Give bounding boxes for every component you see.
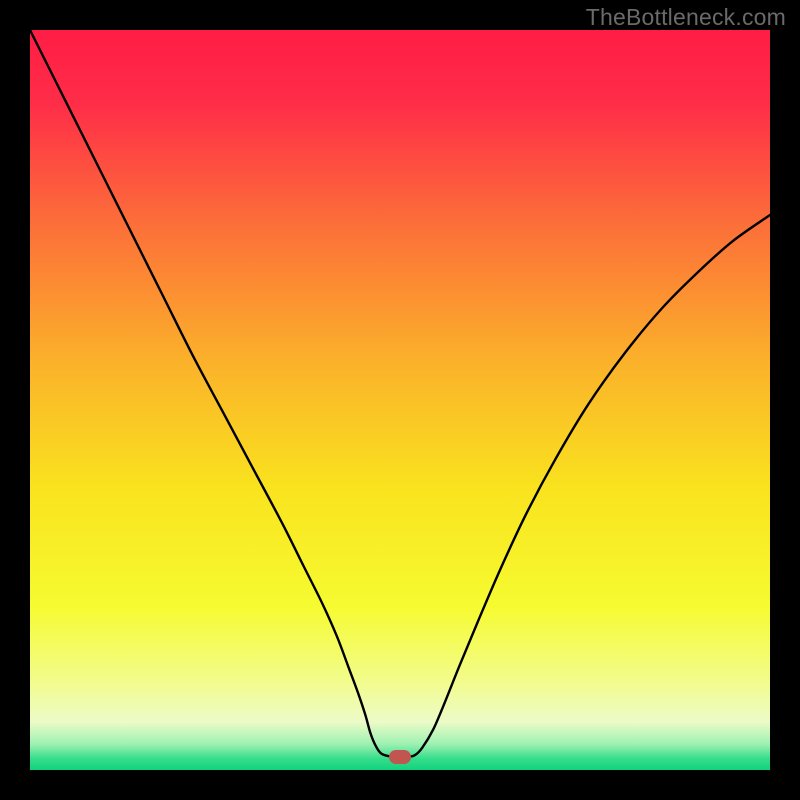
watermark-text: TheBottleneck.com bbox=[586, 4, 786, 31]
curve-layer bbox=[30, 30, 770, 770]
chart-frame: TheBottleneck.com bbox=[0, 0, 800, 800]
bottleneck-curve bbox=[30, 30, 770, 757]
optimal-point-marker bbox=[389, 750, 411, 764]
plot-area bbox=[30, 30, 770, 770]
